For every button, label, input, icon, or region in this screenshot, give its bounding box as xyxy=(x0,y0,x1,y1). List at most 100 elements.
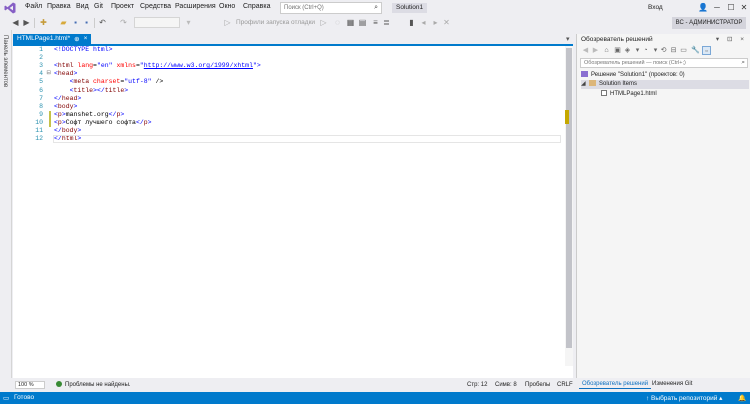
collapse-all-icon[interactable]: ⊟ xyxy=(669,46,678,55)
properties-icon[interactable]: 🔧 xyxy=(691,46,700,55)
redo-icon[interactable]: ↷ xyxy=(118,17,129,28)
line-ending-indicator[interactable]: CRLF xyxy=(557,382,573,388)
solution-search-input[interactable]: Обозреватель решений — поиск (Ctrl+;) ⌕ xyxy=(580,58,748,68)
search-placeholder: Поиск (Ctrl+Q) xyxy=(284,5,324,11)
editor-tab-strip: HTMLPage1.html* ⊕ × xyxy=(13,34,573,46)
menu-window[interactable]: Окно xyxy=(219,3,235,10)
home-icon[interactable]: ⌂ xyxy=(602,46,611,55)
forward-icon[interactable]: ▶ xyxy=(21,17,32,28)
toolbox-side-tab[interactable]: Панель элементов xyxy=(0,30,12,378)
panel-controls[interactable]: ▾ ⊡ × xyxy=(716,35,747,43)
show-all-files-icon[interactable]: ▭ xyxy=(679,46,688,55)
clear-bookmarks-icon[interactable]: ✕ xyxy=(441,17,452,28)
search-icon: ⌕ xyxy=(374,4,378,11)
whitespace-indicator[interactable]: Пробелы xyxy=(525,382,550,388)
menu-git[interactable]: Git xyxy=(94,3,103,10)
close-window-icon[interactable]: ✕ xyxy=(737,2,750,14)
code-line[interactable]: <html lang="en" xmlns="http://www.w3.org… xyxy=(54,62,261,69)
code-line[interactable]: <p>Софт лучшего софта</p> xyxy=(54,119,152,126)
menu-help[interactable]: Справка xyxy=(243,3,270,10)
code-line[interactable]: <head> xyxy=(54,70,77,77)
document-tab-title: HTMLPage1.html* xyxy=(17,35,71,42)
tree-node-solution-items[interactable]: ◢ Solution Items xyxy=(581,80,749,89)
zoom-dropdown[interactable]: 100 % xyxy=(15,381,45,389)
code-area[interactable]: <!DOCTYPE html> <html lang="en" xmlns="ht… xyxy=(13,46,565,366)
solution-explorer-tabs: Обозреватель решений Изменения Git xyxy=(577,380,750,390)
chevron-down-icon[interactable]: ◢ xyxy=(581,80,589,89)
next-bookmark-icon[interactable]: ▸ xyxy=(430,17,441,28)
uncomment-icon[interactable]: ≣ xyxy=(381,17,392,28)
start-icon[interactable]: ▷ xyxy=(222,17,233,28)
platform-dropdown-chevron-icon[interactable]: ▾ xyxy=(183,17,194,28)
sign-in-link[interactable]: Вход xyxy=(648,4,663,11)
visual-studio-logo-icon xyxy=(4,2,16,14)
prev-bookmark-icon[interactable]: ◂ xyxy=(418,17,429,28)
column-indicator[interactable]: Симв: 8 xyxy=(495,382,517,388)
step-icon[interactable]: ▤ xyxy=(357,17,368,28)
git-icon[interactable]: ◈ xyxy=(623,46,632,55)
toolbar-separator xyxy=(94,18,95,28)
hot-reload-icon[interactable]: ▦ xyxy=(345,17,356,28)
folder-icon xyxy=(589,80,596,86)
document-tab[interactable]: HTMLPage1.html* ⊕ × xyxy=(13,34,92,44)
line-indicator[interactable]: Стр: 12 xyxy=(467,382,487,388)
pin-icon[interactable]: ⊕ xyxy=(74,35,79,43)
menu-edit[interactable]: Правка xyxy=(47,3,71,10)
solution-explorer-panel: Обозреватель решений ▾ ⊡ × ◀ ▶ ⌂ ▣ ◈ ▾ ◔… xyxy=(576,34,750,389)
code-line[interactable]: <title></title> xyxy=(54,87,129,94)
check-ok-icon xyxy=(56,381,62,387)
menu-extensions[interactable]: Расширения xyxy=(175,3,216,10)
menu-bar: Файл Правка Вид Git Проект Средства Расш… xyxy=(0,0,750,16)
configuration-dropdown[interactable] xyxy=(134,17,180,28)
close-tab-icon[interactable]: × xyxy=(84,35,88,43)
code-line[interactable]: <meta charset="utf-8" /> xyxy=(54,78,164,85)
tree-node-file[interactable]: HTMLPage1.html xyxy=(601,90,657,99)
save-icon[interactable]: ▪ xyxy=(70,17,81,28)
tree-node-label: HTMLPage1.html xyxy=(610,91,657,97)
back-icon[interactable]: ◀ xyxy=(10,17,21,28)
pending-changes-filter-icon[interactable]: ◔ xyxy=(641,46,650,55)
code-line[interactable]: <!DOCTYPE html> xyxy=(54,46,113,53)
preview-icon[interactable]: ▫ xyxy=(702,46,711,55)
code-line[interactable]: </body> xyxy=(54,127,81,134)
maximize-icon[interactable]: ☐ xyxy=(724,2,738,14)
tab-overflow-icon[interactable]: ▾ xyxy=(566,35,570,43)
notifications-icon[interactable]: 🔔 xyxy=(738,394,746,402)
run-without-debug-icon[interactable]: ▷ xyxy=(318,17,329,28)
switch-views-icon[interactable]: ▣ xyxy=(613,46,622,55)
solution-search-placeholder: Обозреватель решений — поиск (Ctrl+;) xyxy=(584,60,686,66)
solution-explorer-header: Обозреватель решений ▾ ⊡ × xyxy=(577,34,750,45)
account-icon[interactable]: 👤 xyxy=(696,2,710,14)
menu-project[interactable]: Проект xyxy=(111,3,134,10)
tab-solution-explorer[interactable]: Обозреватель решений xyxy=(579,380,652,389)
menu-file[interactable]: Файл xyxy=(25,3,42,10)
tree-node-label: Решение "Solution1" (проектов: 0) xyxy=(591,72,685,78)
undo-icon[interactable]: ↶ xyxy=(97,17,108,28)
code-line[interactable]: <body> xyxy=(54,103,77,110)
new-project-icon[interactable]: ✚ xyxy=(38,17,49,28)
save-all-icon[interactable]: ▪ xyxy=(81,17,92,28)
status-bar: ▭ Готово ↑ Выбрать репозиторий ▴ 🔔 xyxy=(0,392,750,404)
status-ready-text: Готово xyxy=(14,394,35,401)
code-line[interactable]: </head> xyxy=(54,95,81,102)
open-folder-icon[interactable]: ▰ xyxy=(58,17,69,28)
problems-indicator[interactable]: Проблемы не найдены. xyxy=(56,381,131,388)
live-share-admin-button[interactable]: ВС - АДМИНИСТРАТОР xyxy=(672,17,746,29)
comment-icon[interactable]: ≡ xyxy=(370,17,381,28)
menu-tools[interactable]: Средства xyxy=(140,3,171,10)
code-line[interactable]: <p>manshet.org</p> xyxy=(54,111,124,118)
select-repository-button[interactable]: ↑ Выбрать репозиторий ▴ xyxy=(646,394,722,402)
search-box[interactable]: Поиск (Ctrl+Q) ⌕ xyxy=(280,2,382,14)
tab-git-changes[interactable]: Изменения Git xyxy=(649,380,695,388)
debug-profiles-dropdown[interactable]: Профили запуска отладки xyxy=(236,19,315,26)
menu-view[interactable]: Вид xyxy=(76,3,89,10)
sync-icon[interactable]: ⟲ xyxy=(659,46,668,55)
bookmark-icon[interactable]: ▮ xyxy=(406,17,417,28)
tree-node-solution[interactable]: Решение "Solution1" (проектов: 0) xyxy=(581,71,685,80)
browser-icon[interactable]: ◌ xyxy=(332,17,343,28)
back-icon[interactable]: ◀ xyxy=(581,46,590,55)
minimize-icon[interactable]: ─ xyxy=(710,2,724,14)
code-editor[interactable]: 1 2 3 4 ⊟ 5 6 7 8 9 10 11 12 <!DOCTYPE html> <html la… xyxy=(13,46,573,378)
scrollbar-thumb[interactable] xyxy=(566,48,572,348)
forward-icon[interactable]: ▶ xyxy=(591,46,600,55)
